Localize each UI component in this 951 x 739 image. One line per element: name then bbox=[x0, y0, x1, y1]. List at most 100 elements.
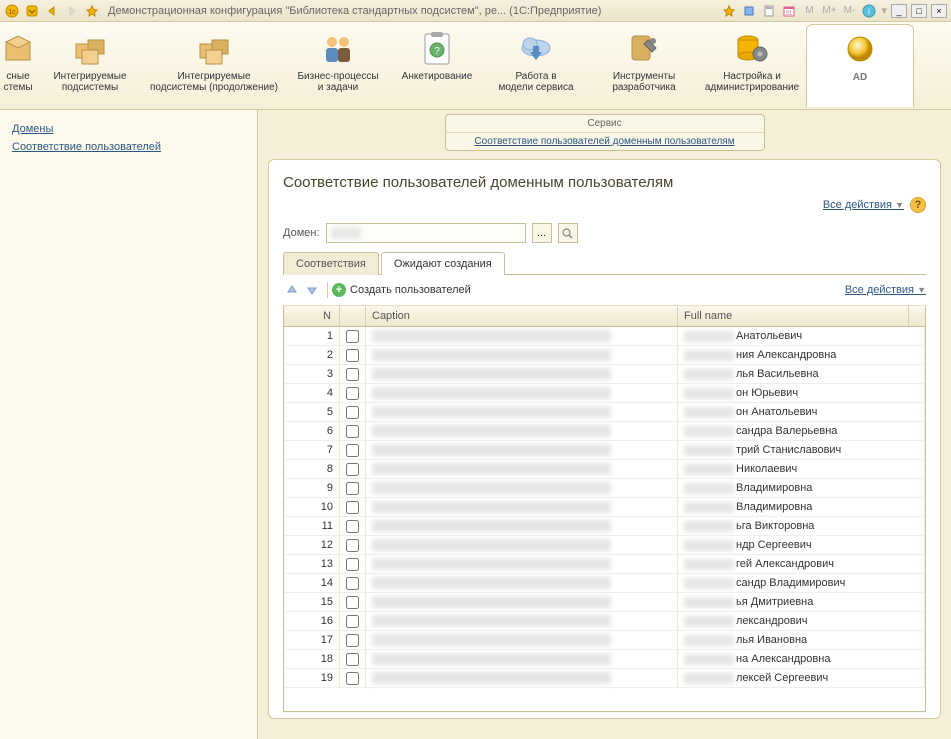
back-icon[interactable] bbox=[44, 3, 60, 19]
table-row[interactable]: 7трий Станиславович bbox=[284, 441, 925, 460]
history-icon[interactable] bbox=[741, 3, 757, 19]
section-item-7[interactable]: Настройка и администрирование bbox=[698, 24, 806, 107]
domain-input[interactable] bbox=[326, 223, 526, 243]
table-row[interactable]: 6сандра Валерьевна bbox=[284, 422, 925, 441]
row-checkbox[interactable] bbox=[346, 577, 359, 590]
row-checkbox[interactable] bbox=[346, 482, 359, 495]
cell-checkbox[interactable] bbox=[340, 650, 366, 668]
cell-checkbox[interactable] bbox=[340, 422, 366, 440]
grid-all-actions-button[interactable]: Все действия ▼ bbox=[845, 284, 926, 296]
table-row[interactable]: 9 Владимировна bbox=[284, 479, 925, 498]
section-item-5[interactable]: Работа в модели сервиса bbox=[482, 24, 590, 107]
table-row[interactable]: 11ьга Викторовна bbox=[284, 517, 925, 536]
m-button[interactable]: M bbox=[801, 3, 817, 19]
table-row[interactable]: 19лексей Сергеевич bbox=[284, 669, 925, 688]
cell-checkbox[interactable] bbox=[340, 669, 366, 687]
table-row[interactable]: 14сандр Владимирович bbox=[284, 574, 925, 593]
row-checkbox[interactable] bbox=[346, 463, 359, 476]
row-checkbox[interactable] bbox=[346, 634, 359, 647]
maximize-button[interactable]: □ bbox=[911, 4, 927, 18]
table-row[interactable]: 5он Анатольевич bbox=[284, 403, 925, 422]
table-row[interactable]: 1 Анатольевич bbox=[284, 327, 925, 346]
row-checkbox[interactable] bbox=[346, 653, 359, 666]
row-checkbox[interactable] bbox=[346, 539, 359, 552]
table-row[interactable]: 18на Александровна bbox=[284, 650, 925, 669]
m-plus-button[interactable]: M+ bbox=[821, 3, 837, 19]
row-checkbox[interactable] bbox=[346, 558, 359, 571]
fav-add-icon[interactable] bbox=[721, 3, 737, 19]
section-item-0[interactable]: сные стемы bbox=[0, 24, 36, 107]
row-checkbox[interactable] bbox=[346, 406, 359, 419]
tab-mappings[interactable]: Соответствия bbox=[283, 252, 379, 275]
arrow-down-icon[interactable] bbox=[303, 281, 321, 299]
table-row[interactable]: 17лья Ивановна bbox=[284, 631, 925, 650]
table-row[interactable]: 13гей Александрович bbox=[284, 555, 925, 574]
row-checkbox[interactable] bbox=[346, 615, 359, 628]
section-item-3[interactable]: Бизнес-процессы и задачи bbox=[284, 24, 392, 107]
cell-checkbox[interactable] bbox=[340, 365, 366, 383]
create-users-button[interactable]: + Создать пользователей bbox=[332, 283, 471, 297]
col-header-check[interactable] bbox=[340, 306, 366, 326]
cell-checkbox[interactable] bbox=[340, 517, 366, 535]
dropdown-icon[interactable] bbox=[24, 3, 40, 19]
cell-checkbox[interactable] bbox=[340, 327, 366, 345]
row-checkbox[interactable] bbox=[346, 330, 359, 343]
cell-checkbox[interactable] bbox=[340, 593, 366, 611]
table-row[interactable]: 16лександрович bbox=[284, 612, 925, 631]
cell-checkbox[interactable] bbox=[340, 479, 366, 497]
row-checkbox[interactable] bbox=[346, 672, 359, 685]
cell-checkbox[interactable] bbox=[340, 441, 366, 459]
row-checkbox[interactable] bbox=[346, 520, 359, 533]
section-item-2[interactable]: Интегрируемые подсистемы (продолжение) bbox=[144, 24, 284, 107]
help-icon[interactable]: ? bbox=[910, 197, 926, 213]
table-row[interactable]: 3лья Васильевна bbox=[284, 365, 925, 384]
col-header-caption[interactable]: Caption bbox=[366, 306, 678, 326]
cell-checkbox[interactable] bbox=[340, 403, 366, 421]
m-minus-button[interactable]: M- bbox=[841, 3, 857, 19]
section-item-6[interactable]: Инструменты разработчика bbox=[590, 24, 698, 107]
nav-item-user-mapping[interactable]: Соответствие пользователей bbox=[6, 138, 251, 156]
breadcrumb-link[interactable]: Соответствие пользователей доменным поль… bbox=[446, 133, 764, 150]
nav-item-domains[interactable]: Домены bbox=[6, 120, 251, 138]
close-button[interactable]: × bbox=[931, 4, 947, 18]
calendar-icon[interactable]: 31 bbox=[781, 3, 797, 19]
domain-search-button[interactable] bbox=[558, 223, 578, 243]
table-row[interactable]: 8 Николаевич bbox=[284, 460, 925, 479]
table-row[interactable]: 4он Юрьевич bbox=[284, 384, 925, 403]
minimize-button[interactable]: _ bbox=[891, 4, 907, 18]
grid-body[interactable]: 1 Анатольевич2ния Александровна3лья Васи… bbox=[284, 327, 925, 707]
cell-checkbox[interactable] bbox=[340, 612, 366, 630]
table-row[interactable]: 12ндр Сергеевич bbox=[284, 536, 925, 555]
row-checkbox[interactable] bbox=[346, 425, 359, 438]
cell-checkbox[interactable] bbox=[340, 631, 366, 649]
cell-checkbox[interactable] bbox=[340, 555, 366, 573]
section-item-8[interactable]: AD bbox=[806, 24, 914, 107]
tab-pending[interactable]: Ожидают создания bbox=[381, 252, 505, 275]
row-checkbox[interactable] bbox=[346, 501, 359, 514]
row-checkbox[interactable] bbox=[346, 596, 359, 609]
row-checkbox[interactable] bbox=[346, 444, 359, 457]
row-checkbox[interactable] bbox=[346, 387, 359, 400]
cell-checkbox[interactable] bbox=[340, 460, 366, 478]
table-row[interactable]: 10 Владимировна bbox=[284, 498, 925, 517]
all-actions-button[interactable]: Все действия ▼ bbox=[823, 199, 904, 211]
favorite-icon[interactable] bbox=[84, 3, 100, 19]
row-checkbox[interactable] bbox=[346, 349, 359, 362]
col-header-fullname[interactable]: Full name bbox=[678, 306, 909, 326]
cell-checkbox[interactable] bbox=[340, 574, 366, 592]
section-item-1[interactable]: Интегрируемые подсистемы bbox=[36, 24, 144, 107]
table-row[interactable]: 2ния Александровна bbox=[284, 346, 925, 365]
forward-icon[interactable] bbox=[64, 3, 80, 19]
col-header-n[interactable]: N bbox=[284, 306, 340, 326]
calc-icon[interactable] bbox=[761, 3, 777, 19]
cell-checkbox[interactable] bbox=[340, 536, 366, 554]
cell-checkbox[interactable] bbox=[340, 346, 366, 364]
domain-select-button[interactable]: … bbox=[532, 223, 552, 243]
info-icon[interactable]: i bbox=[861, 3, 877, 19]
section-item-4[interactable]: ? Анкетирование bbox=[392, 24, 482, 107]
arrow-up-icon[interactable] bbox=[283, 281, 301, 299]
cell-checkbox[interactable] bbox=[340, 384, 366, 402]
table-row[interactable]: 15ья Дмитриевна bbox=[284, 593, 925, 612]
cell-checkbox[interactable] bbox=[340, 498, 366, 516]
row-checkbox[interactable] bbox=[346, 368, 359, 381]
